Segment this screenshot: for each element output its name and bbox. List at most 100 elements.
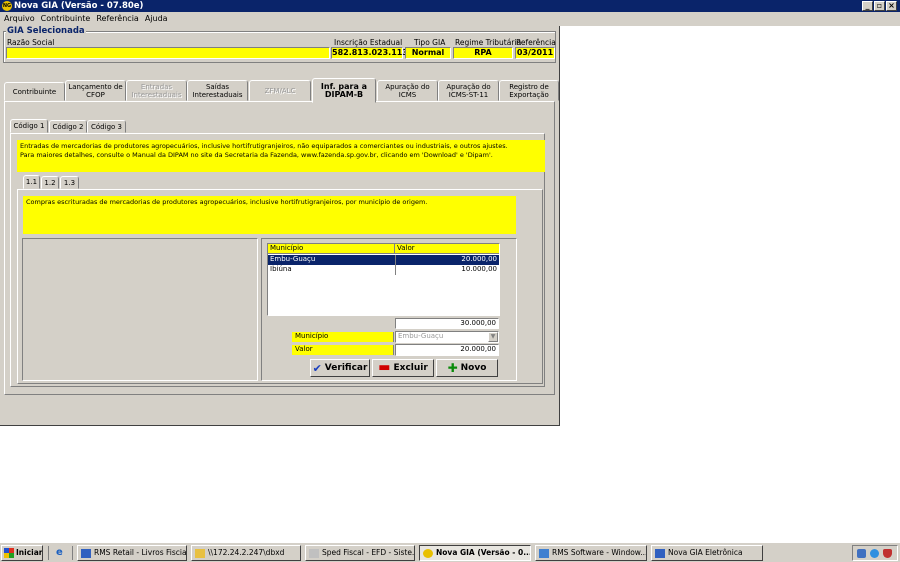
chevron-down-icon[interactable]: ▼ [488, 332, 498, 342]
codigo-description-line2: Para maiores detalhes, consulte o Manual… [20, 150, 493, 159]
tab-sub-1-2[interactable]: 1.2 [41, 176, 59, 189]
total-field: 30.000,00 [395, 318, 499, 329]
dipam-tab-page: Código 1 Código 2 Código 3 Entradas de m… [4, 101, 555, 395]
taskbar-item-label: \\172.24.2.247\dbxd [208, 548, 285, 557]
menubar: Arquivo Contribuinte Referência Ajuda [0, 12, 900, 26]
taskbar: Iniciar e RMS Retail - Livros Fiscia... … [0, 542, 900, 562]
taskbar-item-sped-fiscal[interactable]: Sped Fiscal - EFD - Siste... [305, 545, 415, 561]
taskbar-item-label: RMS Software - Window... [552, 548, 647, 557]
start-button[interactable]: Iniciar [1, 545, 43, 561]
referencia-label: Referência [516, 38, 556, 47]
tab-sub-1-3[interactable]: 1.3 [60, 176, 79, 189]
tab-dipam-b[interactable]: Inf. para a DIPAM-B [312, 78, 376, 103]
check-icon: ✔ [312, 361, 322, 375]
internet-explorer-icon[interactable]: e [56, 547, 68, 559]
codigo-1-page: Entradas de mercadorias de produtores ag… [10, 133, 545, 387]
col-header-municipio[interactable]: Município [268, 244, 395, 254]
menu-arquivo[interactable]: Arquivo [0, 12, 38, 26]
taskbar-item-nova-gia[interactable]: Nova GIA (Versão - 0... [419, 545, 531, 561]
rms-app-icon [655, 549, 665, 558]
taskbar-item-label: RMS Retail - Livros Fiscia... [94, 548, 187, 557]
tab-apuracao-icms[interactable]: Apuração do ICMS [377, 80, 438, 101]
window-title: Nova GIA (Versão - 07.80e) [14, 1, 144, 11]
menu-ajuda[interactable]: Ajuda [142, 12, 171, 26]
browser-window-icon [539, 549, 549, 558]
row-valor: 10.000,00 [395, 265, 497, 275]
municipio-grid[interactable]: Município Valor Embu-Guaçu 20.000,00 Ibi… [267, 243, 500, 316]
rms-app-icon [81, 549, 91, 558]
taskbar-item-network-folder[interactable]: \\172.24.2.247\dbxd [191, 545, 301, 561]
taskbar-item-nova-gia-eletronica[interactable]: Nova GIA Eletrônica [651, 545, 763, 561]
minus-icon: ▬ [378, 360, 391, 375]
window-titlebar: NG Nova GIA (Versão - 07.80e) _ ▫ × [0, 0, 900, 12]
close-button[interactable]: × [886, 1, 897, 11]
tab-codigo-3[interactable]: Código 3 [87, 120, 126, 133]
start-label: Iniciar [16, 548, 43, 557]
sped-app-icon [309, 549, 319, 558]
client-area: GIA Selecionada Razão Social Inscrição E… [0, 26, 560, 426]
ie-label: Inscrição Estadual [334, 38, 403, 47]
valor-input[interactable]: 20.000,00 [395, 344, 499, 356]
verificar-button[interactable]: ✔ Verificar [310, 359, 370, 377]
valor-label: Valor [292, 345, 394, 355]
gia-group-title: GIA Selecionada [6, 26, 86, 36]
regime-label: Regime Tributário [455, 38, 522, 47]
taskbar-item-rms-software[interactable]: RMS Software - Window... [535, 545, 647, 561]
regime-field: RPA [453, 47, 513, 59]
municipio-select-value: Embu-Guaçu [398, 332, 444, 340]
tipo-gia-field: Normal [405, 47, 451, 59]
tab-codigo-2[interactable]: Código 2 [49, 120, 87, 133]
tab-entradas-interestaduais[interactable]: Entradas Interestaduais [126, 80, 187, 101]
taskbar-item-rms-retail[interactable]: RMS Retail - Livros Fiscia... [77, 545, 187, 561]
tab-lancamento-cfop[interactable]: Lançamento de CFOP [65, 80, 126, 101]
novo-label: Novo [460, 363, 487, 373]
verificar-label: Verificar [324, 363, 368, 373]
taskbar-item-label: Nova GIA (Versão - 0... [436, 548, 531, 557]
tipo-gia-label: Tipo GIA [414, 38, 446, 47]
table-row[interactable]: Ibiúna 10.000,00 [268, 265, 499, 275]
row-municipio: Embu-Guaçu [270, 255, 316, 263]
menu-referencia[interactable]: Referência [93, 12, 142, 26]
taskbar-divider [48, 546, 49, 560]
table-row[interactable]: Embu-Guaçu 20.000,00 [268, 255, 499, 265]
tab-saidas-interestaduais[interactable]: Saídas Interestaduais [187, 80, 248, 101]
sub-description: Compras escrituradas de mercadorias de p… [23, 196, 516, 234]
excluir-label: Excluir [393, 363, 428, 373]
shield-icon[interactable] [883, 549, 892, 558]
nova-gia-icon [423, 549, 433, 558]
razao-social-label: Razão Social [7, 38, 55, 47]
maximize-button[interactable]: ▫ [874, 1, 885, 11]
razao-social-field [6, 47, 330, 59]
ie-field: 582.813.023.113 [331, 47, 408, 59]
municipio-select[interactable]: Embu-Guaçu ▼ [395, 331, 499, 343]
tab-zfm-alc[interactable]: ZFM/ALC [249, 80, 311, 101]
row-valor: 20.000,00 [395, 255, 497, 265]
tab-contribuinte[interactable]: Contribuinte [4, 82, 65, 101]
windows-logo-icon [4, 548, 14, 558]
minimize-button[interactable]: _ [862, 1, 873, 11]
referencia-field: 03/2011 [515, 47, 555, 59]
right-panel: Município Valor Embu-Guaçu 20.000,00 Ibi… [261, 238, 517, 381]
app-icon: NG [2, 1, 12, 11]
left-empty-panel [22, 238, 258, 381]
municipio-label: Município [292, 332, 394, 342]
security-icon[interactable] [870, 549, 879, 558]
taskbar-divider [72, 546, 73, 560]
tab-registro-exportacao[interactable]: Registro de Exportação [499, 80, 559, 101]
system-tray [852, 545, 898, 561]
menu-contribuinte[interactable]: Contribuinte [38, 12, 94, 26]
plus-icon: ✚ [447, 361, 458, 375]
col-header-valor[interactable]: Valor [395, 244, 499, 254]
taskbar-item-label: Nova GIA Eletrônica [668, 548, 743, 557]
tab-apuracao-icms-st[interactable]: Apuração do ICMS-ST-11 [438, 80, 499, 101]
sub-1-1-page: Compras escrituradas de mercadorias de p… [17, 189, 543, 384]
folder-icon [195, 549, 205, 558]
excluir-button[interactable]: ▬ Excluir [372, 359, 434, 377]
novo-button[interactable]: ✚ Novo [436, 359, 498, 377]
tab-codigo-1[interactable]: Código 1 [10, 119, 48, 133]
row-municipio: Ibiúna [270, 265, 292, 273]
network-icon[interactable] [857, 549, 866, 558]
codigo-description: Entradas de mercadorias de produtores ag… [17, 140, 545, 172]
taskbar-item-label: Sped Fiscal - EFD - Siste... [322, 548, 415, 557]
tab-sub-1-1[interactable]: 1.1 [23, 175, 40, 189]
